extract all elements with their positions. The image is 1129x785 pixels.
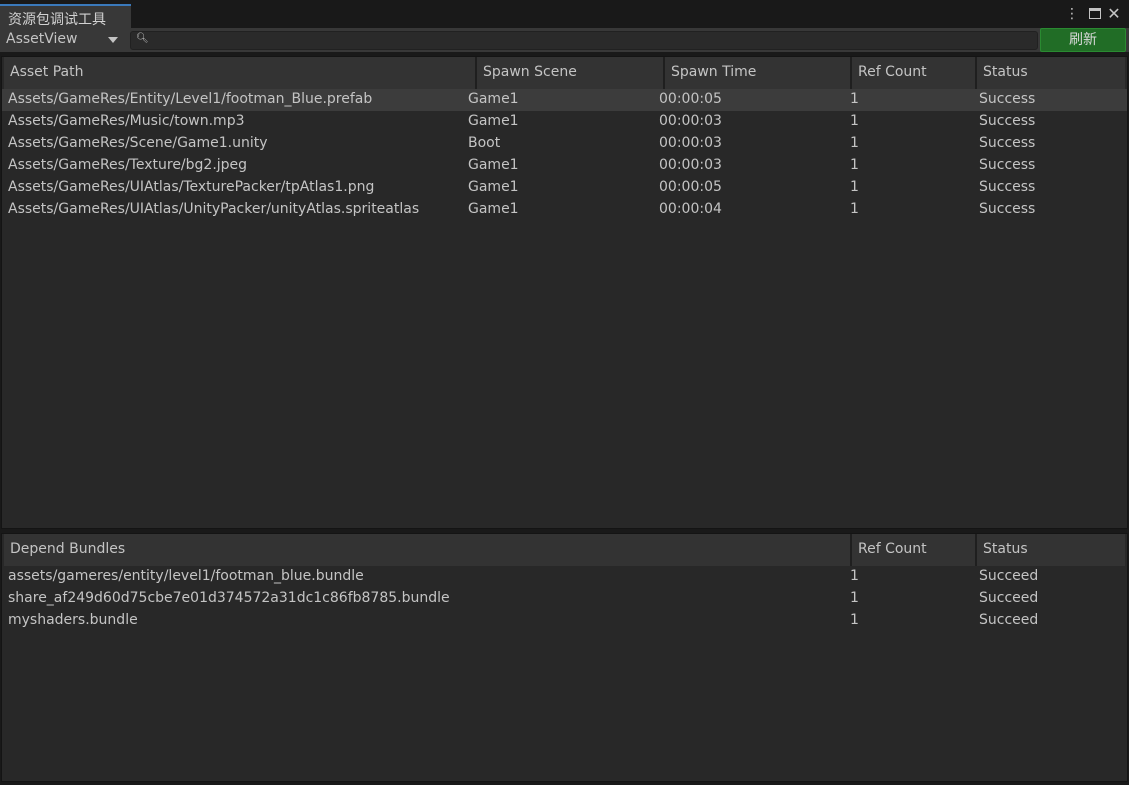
window-tab[interactable]: 资源包调试工具 [0, 4, 131, 28]
table-row[interactable]: Assets/GameRes/Music/town.mp3 Game1 00:0… [2, 111, 1127, 133]
search-icon: 🔍︎ [136, 33, 149, 44]
ref-count-cell: 1 [850, 201, 859, 217]
asset-path-cell: Assets/GameRes/UIAtlas/TexturePacker/tpA… [8, 179, 375, 195]
status-cell: Succeed [979, 612, 1039, 628]
status-cell: Succeed [979, 590, 1039, 606]
asset-table-body: Assets/GameRes/Entity/Level1/footman_Blu… [2, 89, 1127, 221]
status-cell: Success [979, 91, 1036, 107]
column-status[interactable]: Status [975, 534, 1125, 566]
status-cell: Success [979, 157, 1036, 173]
ref-count-cell: 1 [850, 113, 859, 129]
dropdown-arrow-icon [108, 37, 118, 43]
table-row[interactable]: assets/gameres/entity/level1/footman_blu… [2, 566, 1127, 588]
close-icon[interactable]: ✕ [1105, 5, 1123, 23]
spawn-time-cell: 00:00:03 [659, 135, 722, 151]
table-row[interactable]: Assets/GameRes/Entity/Level1/footman_Blu… [2, 89, 1127, 111]
table-row[interactable]: myshaders.bundle 1 Succeed [2, 610, 1127, 632]
column-ref-count[interactable]: Ref Count [850, 534, 975, 566]
maximize-icon[interactable] [1086, 5, 1104, 23]
ref-count-cell: 1 [850, 590, 859, 606]
ref-count-cell: 1 [850, 91, 859, 107]
spawn-scene-cell: Boot [468, 135, 501, 151]
column-depend-bundles[interactable]: Depend Bundles [4, 534, 850, 566]
bundle-name-cell: myshaders.bundle [8, 612, 138, 628]
column-status[interactable]: Status [975, 57, 1125, 89]
asset-table: Asset Path Spawn Scene Spawn Time Ref Co… [1, 56, 1128, 529]
ref-count-cell: 1 [850, 612, 859, 628]
column-ref-count[interactable]: Ref Count [850, 57, 975, 89]
bundle-table: Depend Bundles Ref Count Status assets/g… [1, 533, 1128, 782]
status-cell: Success [979, 201, 1036, 217]
asset-path-cell: Assets/GameRes/Entity/Level1/footman_Blu… [8, 91, 373, 107]
view-dropdown-label: AssetView [6, 31, 78, 47]
asset-path-cell: Assets/GameRes/Music/town.mp3 [8, 113, 245, 129]
status-cell: Success [979, 179, 1036, 195]
spawn-scene-cell: Game1 [468, 201, 519, 217]
search-field[interactable]: 🔍︎ [130, 31, 1038, 50]
status-cell: Success [979, 113, 1036, 129]
ref-count-cell: 1 [850, 179, 859, 195]
spawn-scene-cell: Game1 [468, 179, 519, 195]
refresh-button[interactable]: 刷新 [1040, 28, 1126, 52]
spawn-scene-cell: Game1 [468, 157, 519, 173]
spawn-time-cell: 00:00:05 [659, 91, 722, 107]
spawn-time-cell: 00:00:04 [659, 201, 722, 217]
bundle-table-header: Depend Bundles Ref Count Status [4, 534, 1125, 566]
asset-path-cell: Assets/GameRes/UIAtlas/UnityPacker/unity… [8, 201, 420, 217]
status-cell: Success [979, 135, 1036, 151]
toolbar: AssetView 🔍︎ 刷新 [0, 28, 1129, 52]
spawn-scene-cell: Game1 [468, 113, 519, 129]
debug-window: 资源包调试工具 ⋮ ✕ AssetView 🔍︎ 刷新 Asset Path S… [0, 0, 1129, 785]
table-row[interactable]: Assets/GameRes/UIAtlas/UnityPacker/unity… [2, 199, 1127, 221]
column-asset-path[interactable]: Asset Path [4, 57, 475, 89]
bundle-name-cell: share_af249d60d75cbe7e01d374572a31dc1c86… [8, 590, 450, 606]
asset-path-cell: Assets/GameRes/Scene/Game1.unity [8, 135, 268, 151]
spawn-time-cell: 00:00:03 [659, 113, 722, 129]
title-bar: 资源包调试工具 ⋮ ✕ [0, 0, 1129, 28]
ref-count-cell: 1 [850, 568, 859, 584]
table-row[interactable]: share_af249d60d75cbe7e01d374572a31dc1c86… [2, 588, 1127, 610]
status-cell: Succeed [979, 568, 1039, 584]
more-options-icon[interactable]: ⋮ [1063, 5, 1081, 23]
spawn-time-cell: 00:00:05 [659, 179, 722, 195]
asset-table-header: Asset Path Spawn Scene Spawn Time Ref Co… [4, 57, 1125, 89]
spawn-time-cell: 00:00:03 [659, 157, 722, 173]
ref-count-cell: 1 [850, 157, 859, 173]
asset-path-cell: Assets/GameRes/Texture/bg2.jpeg [8, 157, 248, 173]
ref-count-cell: 1 [850, 135, 859, 151]
table-row[interactable]: Assets/GameRes/Texture/bg2.jpeg Game1 00… [2, 155, 1127, 177]
bundle-table-body: assets/gameres/entity/level1/footman_blu… [2, 566, 1127, 632]
column-spawn-scene[interactable]: Spawn Scene [475, 57, 663, 89]
column-spawn-time[interactable]: Spawn Time [663, 57, 850, 89]
view-dropdown[interactable]: AssetView [0, 28, 124, 52]
search-input[interactable] [151, 32, 1031, 49]
table-row[interactable]: Assets/GameRes/UIAtlas/TexturePacker/tpA… [2, 177, 1127, 199]
bundle-name-cell: assets/gameres/entity/level1/footman_blu… [8, 568, 364, 584]
table-row[interactable]: Assets/GameRes/Scene/Game1.unity Boot 00… [2, 133, 1127, 155]
spawn-scene-cell: Game1 [468, 91, 519, 107]
